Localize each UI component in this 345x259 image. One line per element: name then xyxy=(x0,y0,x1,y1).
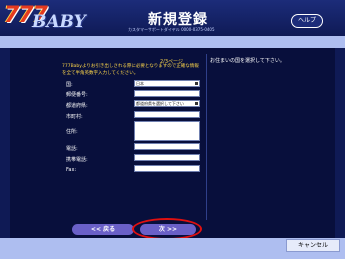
notice-text: 777Babyよりお引き出しされる際に必要となりますので正確な情報を全て半角英数… xyxy=(62,64,199,76)
phone-input[interactable] xyxy=(134,143,200,150)
postal-code-input[interactable] xyxy=(134,90,200,97)
mobile-input[interactable] xyxy=(134,154,200,161)
logo-word: BABY xyxy=(32,12,86,32)
panel-divider xyxy=(206,54,207,220)
fax-input[interactable] xyxy=(134,165,200,172)
city-label: 市町村: xyxy=(66,114,83,120)
fax-label: Fax: xyxy=(66,167,77,173)
city-input[interactable] xyxy=(134,111,200,118)
prefecture-select[interactable]: 都道府県を選択して下さい xyxy=(134,100,200,107)
country-label: 国: xyxy=(66,82,73,88)
support-phone: カスタマーサポートダイヤル 0000-0375-0405 xyxy=(128,27,215,32)
prefecture-label: 都道府県: xyxy=(66,103,88,109)
address-textarea[interactable] xyxy=(134,121,200,141)
header-bar: 777 BABY 新規登録 カスタマーサポートダイヤル 0000-0375-04… xyxy=(0,0,345,36)
highlight-ring xyxy=(132,218,202,240)
address-label: 住所: xyxy=(66,129,78,135)
logo: 777 BABY xyxy=(4,3,102,34)
mobile-label: 携帯電話: xyxy=(66,157,88,163)
postal-code-label: 郵便番号: xyxy=(66,92,88,98)
country-select[interactable]: 日本 xyxy=(134,80,200,87)
phone-label: 電話: xyxy=(66,146,78,152)
hint-text: お住まいの国を選択して下さい。 xyxy=(210,58,285,64)
back-button[interactable]: << 戻る xyxy=(72,224,134,235)
page-title: 新規登録 xyxy=(148,12,208,28)
help-button[interactable]: ヘルプ xyxy=(291,14,323,28)
header-band xyxy=(0,36,345,48)
cancel-button[interactable]: キャンセル xyxy=(286,239,340,252)
